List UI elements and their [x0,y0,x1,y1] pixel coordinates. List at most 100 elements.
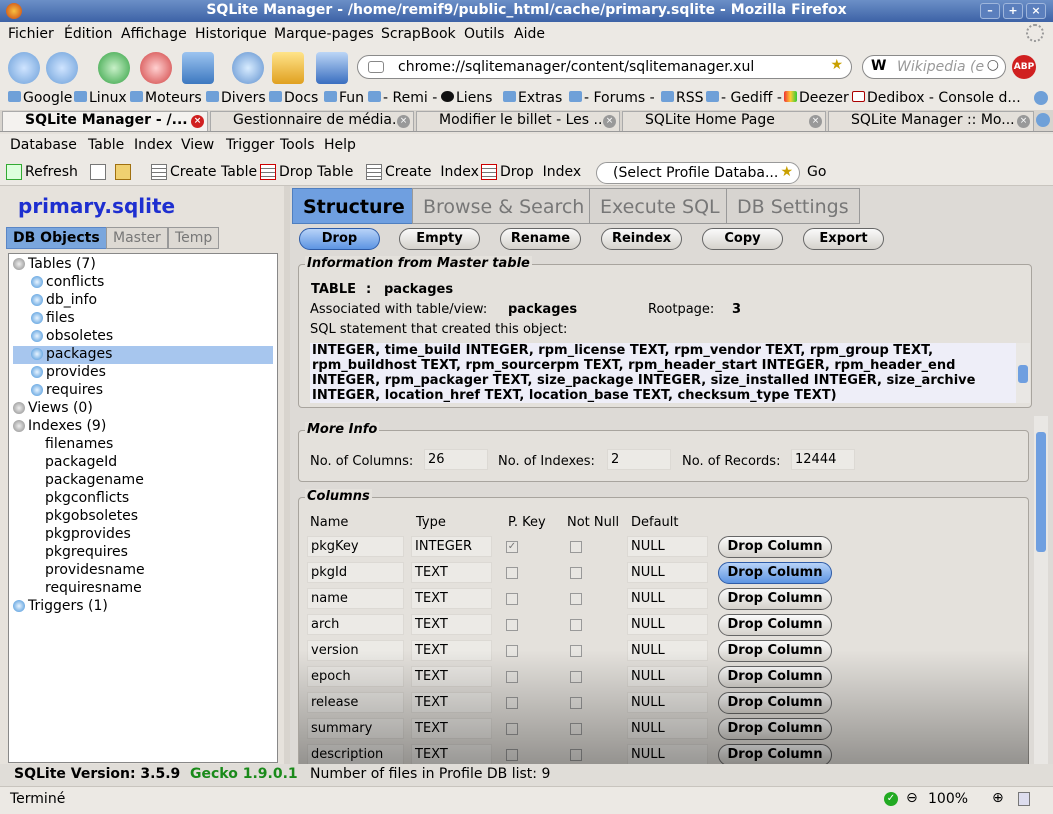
tree-index-item[interactable]: pkgobsoletes [45,508,138,526]
column-default-field[interactable]: NULL [627,562,708,583]
profile-database-select[interactable]: (Select Profile Databa... ★ [596,162,800,184]
menu-view[interactable]: View [181,137,214,153]
column-default-field[interactable]: NULL [627,718,708,739]
bookmark-docs[interactable]: Docs [269,90,318,106]
more-bookmarks-icon[interactable] [1034,91,1048,105]
primary-key-checkbox[interactable] [506,567,518,579]
tree-index-item[interactable]: requiresname [45,580,142,598]
menu-outils[interactable]: Outils [464,26,504,42]
tab-modifier-billet[interactable]: Modifier le billet - Les ... × [416,111,620,131]
not-null-checkbox[interactable] [570,645,582,657]
sql-statement-box[interactable]: INTEGER, time_build INTEGER, rpm_license… [310,343,1030,403]
tool-icon[interactable] [232,52,264,84]
not-null-checkbox[interactable] [570,541,582,553]
bookmark-moteurs[interactable]: Moteurs [130,90,202,106]
drop-column-button[interactable]: Drop Column [718,614,832,636]
search-icon[interactable]: ○ [987,57,999,73]
tree-tables[interactable]: Tables (7) [13,256,96,274]
refresh-button[interactable]: Refresh [6,164,78,180]
tree-table-item[interactable]: db_info [31,292,97,310]
column-name-field[interactable]: summary [307,718,404,739]
scrapbook-icon[interactable] [272,52,304,84]
not-null-checkbox[interactable] [570,749,582,761]
main-scroll-thumb[interactable] [1036,432,1046,552]
minimize-button[interactable]: – [980,3,1000,19]
close-button[interactable]: × [1026,3,1046,19]
reindex-button[interactable]: Reindex [601,228,682,250]
tab-db-objects[interactable]: DB Objects [6,227,107,249]
tree-index-item[interactable]: packagename [45,472,144,490]
star-icon[interactable]: ★ [830,57,843,73]
menu-table[interactable]: Table [88,137,124,153]
tree-table-item[interactable]: conflicts [31,274,104,292]
column-default-field[interactable]: NULL [627,588,708,609]
column-default-field[interactable]: NULL [627,640,708,661]
drop-button[interactable]: Drop [299,228,380,250]
close-tab-icon[interactable]: × [809,115,822,128]
tree-index-item[interactable]: pkgprovides [45,526,131,544]
bookmark-divers[interactable]: Divers [206,90,266,106]
column-name-field[interactable]: arch [307,614,404,635]
tree-table-item[interactable]: requires [31,382,103,400]
bookmark-fun[interactable]: Fun [324,90,364,106]
go-button[interactable]: Go [807,164,826,180]
tree-views[interactable]: Views (0) [13,400,93,418]
drop-column-button[interactable]: Drop Column [718,692,832,714]
bookmark-rss[interactable]: RSS [661,90,704,106]
column-type-field[interactable]: TEXT [411,562,492,583]
menu-trigger[interactable]: Trigger [226,137,274,153]
not-null-checkbox[interactable] [570,593,582,605]
tree-indexes[interactable]: Indexes (9) [13,418,106,436]
back-icon[interactable] [8,52,40,84]
column-name-field[interactable]: name [307,588,404,609]
main-scrollbar[interactable] [1034,416,1048,764]
not-null-checkbox[interactable] [570,697,582,709]
primary-key-checkbox[interactable] [506,697,518,709]
drop-column-button[interactable]: Drop Column [718,562,832,584]
column-name-field[interactable]: release [307,692,404,713]
primary-key-checkbox[interactable] [506,749,518,761]
column-name-field[interactable]: pkgKey [307,536,404,557]
tab-db-settings[interactable]: DB Settings [726,188,860,224]
tree-triggers[interactable]: Triggers (1) [13,598,108,616]
not-null-checkbox[interactable] [570,671,582,683]
column-default-field[interactable]: NULL [627,692,708,713]
primary-key-checkbox[interactable] [506,723,518,735]
bookmark-extras[interactable]: Extras [503,90,562,106]
add-icon[interactable] [316,52,348,84]
rename-button[interactable]: Rename [500,228,581,250]
close-tab-icon[interactable]: × [191,115,204,128]
tab-browse-search[interactable]: Browse & Search [412,188,596,224]
primary-key-checkbox[interactable]: ✓ [506,541,518,553]
close-tab-icon[interactable]: × [603,115,616,128]
menu-edition[interactable]: Édition [64,26,112,42]
sql-scrollbar[interactable] [1016,343,1030,403]
forward-icon[interactable] [46,52,78,84]
tab-sqlite-home[interactable]: SQLite Home Page × [622,111,826,131]
tree-table-item[interactable]: obsoletes [31,328,113,346]
bookmark-liens[interactable]: Liens [441,90,492,106]
column-default-field[interactable]: NULL [627,614,708,635]
copy-button[interactable]: Copy [702,228,783,250]
export-button[interactable]: Export [803,228,884,250]
column-type-field[interactable]: TEXT [411,640,492,661]
tree-index-item[interactable]: pkgconflicts [45,490,129,508]
menu-affichage[interactable]: Affichage [121,26,187,42]
tab-gestionnaire[interactable]: Gestionnaire de média... × [210,111,414,131]
tree-table-item[interactable]: files [31,310,75,328]
tree-index-item[interactable]: providesname [45,562,145,580]
drop-column-button[interactable]: Drop Column [718,718,832,740]
bookmark-dedibox[interactable]: Dedibox - Console d... [852,90,1021,106]
drop-column-button[interactable]: Drop Column [718,666,832,688]
tab-sqlite-manager-mozilla[interactable]: SQLite Manager :: Mo... × [828,111,1034,131]
tab-structure[interactable]: Structure [292,188,416,224]
tree-table-item-selected[interactable]: packages [13,346,273,364]
menu-marque-pages[interactable]: Marque-pages [274,26,374,42]
not-null-checkbox[interactable] [570,619,582,631]
create-index-button[interactable]: Create Index [366,164,479,180]
not-null-checkbox[interactable] [570,723,582,735]
primary-key-checkbox[interactable] [506,593,518,605]
close-tab-icon[interactable]: × [397,115,410,128]
new-database-icon[interactable] [90,164,109,180]
primary-key-checkbox[interactable] [506,671,518,683]
